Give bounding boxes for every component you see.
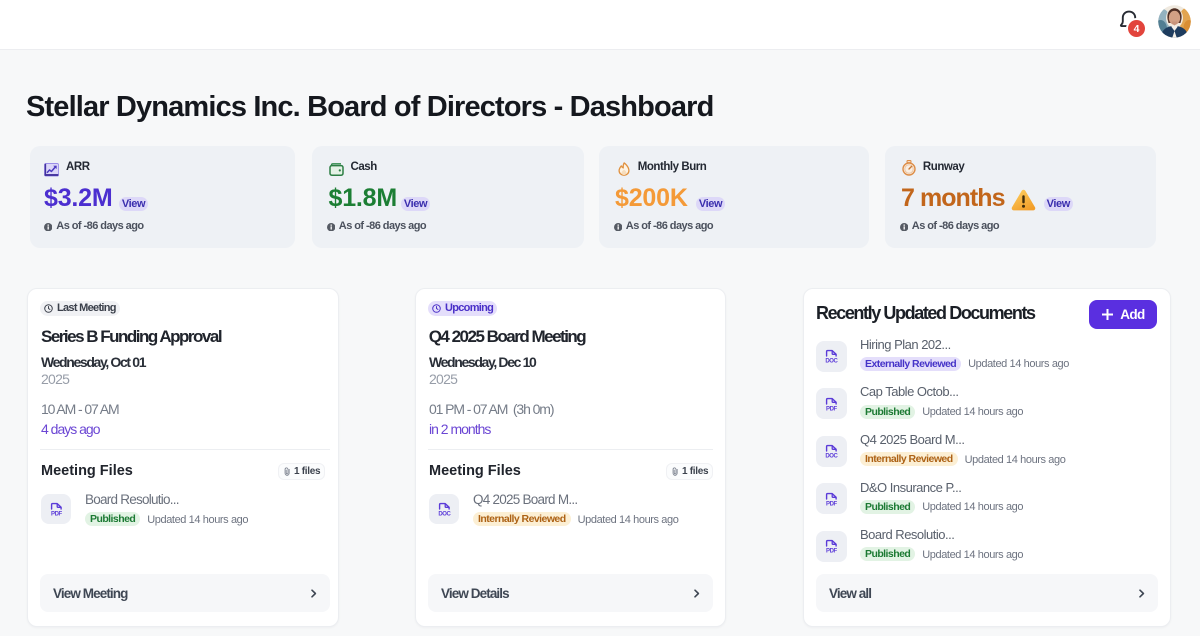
- svg-text:PDF: PDF: [826, 501, 838, 506]
- svg-text:PDF: PDF: [826, 406, 838, 411]
- svg-text:PDF: PDF: [50, 511, 62, 516]
- svg-text:PDF: PDF: [826, 549, 838, 554]
- svg-text:DOC: DOC: [438, 511, 451, 516]
- svg-text:DOC: DOC: [825, 358, 838, 363]
- svg-text:DOC: DOC: [825, 454, 838, 459]
